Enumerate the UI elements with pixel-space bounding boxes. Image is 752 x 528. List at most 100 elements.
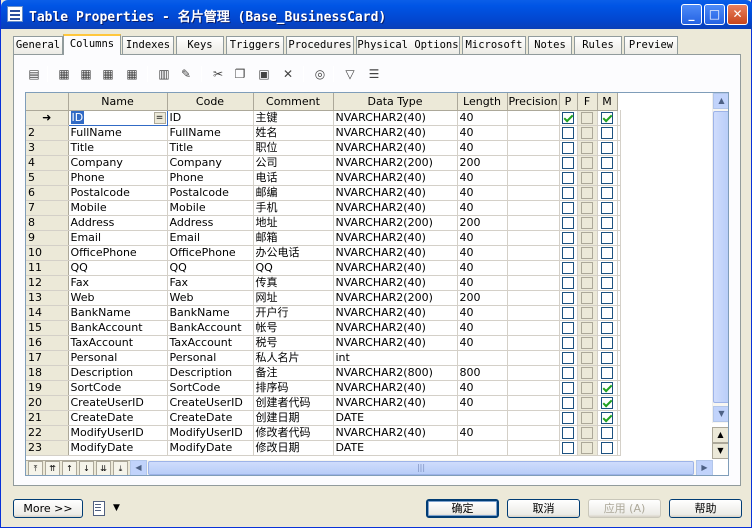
paste-icon[interactable]: ▣ xyxy=(255,64,273,84)
primary-checkbox[interactable] xyxy=(562,306,574,319)
cell-mandatory-checkbox[interactable] xyxy=(597,440,618,456)
foreign-checkbox[interactable] xyxy=(581,216,593,229)
cell-foreign-checkbox[interactable] xyxy=(577,320,598,336)
row-number[interactable]: 7 xyxy=(26,200,69,216)
cell-precision[interactable] xyxy=(507,305,560,321)
row-number[interactable]: 3 xyxy=(26,140,69,156)
cell-length[interactable]: 40 xyxy=(457,185,508,201)
cell-mandatory-checkbox[interactable] xyxy=(597,410,618,426)
cell-foreign-checkbox[interactable] xyxy=(577,200,598,216)
cell-code[interactable]: Description xyxy=(167,365,254,381)
cell-primary-checkbox[interactable] xyxy=(559,125,578,141)
cell-primary-checkbox[interactable] xyxy=(559,440,578,456)
cell-name[interactable]: Title xyxy=(68,140,168,156)
cell-data-type[interactable]: NVARCHAR2(40) xyxy=(333,380,458,396)
foreign-checkbox[interactable] xyxy=(581,261,593,274)
cell-code[interactable]: TaxAccount xyxy=(167,335,254,351)
cell-precision[interactable] xyxy=(507,290,560,306)
cell-data-type[interactable]: NVARCHAR2(40) xyxy=(333,110,458,126)
cell-comment[interactable]: 创建日期 xyxy=(253,410,334,426)
scroll-right-button[interactable]: ▶ xyxy=(696,460,713,475)
cell-precision[interactable] xyxy=(507,440,560,456)
cell-mandatory-checkbox[interactable] xyxy=(597,365,618,381)
equals-button[interactable]: = xyxy=(153,111,166,124)
cell-name[interactable]: Personal xyxy=(68,350,168,366)
cell-foreign-checkbox[interactable] xyxy=(577,185,598,201)
cell-name[interactable]: Email xyxy=(68,230,168,246)
table-row[interactable]: 20 CreateUserID CreateUserID 创建者代码 NVARCHAR2… xyxy=(26,395,621,411)
cell-data-type[interactable]: NVARCHAR2(40) xyxy=(333,245,458,261)
cell-foreign-checkbox[interactable] xyxy=(577,335,598,351)
cell-name[interactable]: Postalcode xyxy=(68,185,168,201)
header-primary[interactable]: P xyxy=(559,93,578,111)
cell-precision[interactable] xyxy=(507,350,560,366)
cell-code[interactable]: Phone xyxy=(167,170,254,186)
cell-length[interactable]: 40 xyxy=(457,305,508,321)
header-code[interactable]: Code xyxy=(167,93,254,111)
cell-foreign-checkbox[interactable] xyxy=(577,305,598,321)
cell-precision[interactable] xyxy=(507,320,560,336)
cell-foreign-checkbox[interactable] xyxy=(577,140,598,156)
foreign-checkbox[interactable] xyxy=(581,306,593,319)
cell-code[interactable]: BankAccount xyxy=(167,320,254,336)
copy-icon[interactable]: ❐ xyxy=(231,64,249,84)
primary-checkbox[interactable] xyxy=(562,126,574,139)
table-row[interactable]: 14 BankName BankName 开户行 NVARCHAR2(40) 40 xyxy=(26,305,621,321)
cell-code[interactable]: BankName xyxy=(167,305,254,321)
add-rows-icon[interactable]: ▦ xyxy=(99,64,117,84)
tab-keys[interactable]: Keys xyxy=(176,36,224,54)
tab-procedures[interactable]: Procedures xyxy=(286,36,354,54)
table-row[interactable]: 15 BankAccount BankAccount 帐号 NVARCHAR2(40) 4… xyxy=(26,320,621,336)
cell-precision[interactable] xyxy=(507,200,560,216)
scroll-left-button[interactable]: ◀ xyxy=(130,460,147,475)
row-number[interactable]: 8 xyxy=(26,215,69,231)
cell-data-type[interactable]: NVARCHAR2(200) xyxy=(333,290,458,306)
row-number[interactable]: 22 xyxy=(26,425,69,441)
cell-mandatory-checkbox[interactable] xyxy=(597,335,618,351)
primary-checkbox[interactable] xyxy=(562,171,574,184)
cell-mandatory-checkbox[interactable] xyxy=(597,155,618,171)
tab-preview[interactable]: Preview xyxy=(624,36,678,54)
cell-comment[interactable]: 主键 xyxy=(253,110,334,126)
mandatory-checkbox[interactable] xyxy=(601,171,613,184)
document-icon[interactable] xyxy=(91,500,105,516)
primary-checkbox[interactable] xyxy=(562,381,574,394)
mandatory-checkbox[interactable] xyxy=(601,261,613,274)
cell-code[interactable]: Company xyxy=(167,155,254,171)
cell-code[interactable]: Postalcode xyxy=(167,185,254,201)
move-top-button[interactable]: ⤒ xyxy=(28,461,43,475)
foreign-checkbox[interactable] xyxy=(581,441,593,454)
mandatory-checkbox[interactable] xyxy=(601,231,613,244)
cell-mandatory-checkbox[interactable] xyxy=(597,200,618,216)
cell-precision[interactable] xyxy=(507,410,560,426)
cell-foreign-checkbox[interactable] xyxy=(577,410,598,426)
cell-code[interactable]: FullName xyxy=(167,125,254,141)
ok-button[interactable]: 确定 xyxy=(426,499,499,518)
move-page-down-button[interactable]: ⇊ xyxy=(96,461,111,475)
cell-primary-checkbox[interactable] xyxy=(559,140,578,156)
primary-checkbox[interactable] xyxy=(562,396,574,409)
row-number[interactable]: 10 xyxy=(26,245,69,261)
cell-data-type[interactable]: DATE xyxy=(333,440,458,456)
cell-primary-checkbox[interactable] xyxy=(559,425,578,441)
cell-data-type[interactable]: NVARCHAR2(40) xyxy=(333,395,458,411)
cell-foreign-checkbox[interactable] xyxy=(577,245,598,261)
cell-mandatory-checkbox[interactable] xyxy=(597,290,618,306)
cell-length[interactable] xyxy=(457,440,508,456)
foreign-checkbox[interactable] xyxy=(581,396,593,409)
cell-mandatory-checkbox[interactable] xyxy=(597,125,618,141)
cell-name[interactable]: Description xyxy=(68,365,168,381)
header-name[interactable]: Name xyxy=(68,93,168,111)
cell-foreign-checkbox[interactable] xyxy=(577,260,598,276)
cell-precision[interactable] xyxy=(507,185,560,201)
cell-primary-checkbox[interactable] xyxy=(559,170,578,186)
primary-checkbox[interactable] xyxy=(562,411,574,424)
move-page-up-button[interactable]: ⇈ xyxy=(45,461,60,475)
cell-comment[interactable]: 创建者代码 xyxy=(253,395,334,411)
cell-foreign-checkbox[interactable] xyxy=(577,440,598,456)
cell-precision[interactable] xyxy=(507,140,560,156)
cell-code[interactable]: ModifyUserID xyxy=(167,425,254,441)
cell-primary-checkbox[interactable] xyxy=(559,200,578,216)
mandatory-checkbox[interactable] xyxy=(601,426,613,439)
table-row[interactable]: 21 CreateDate CreateDate 创建日期 DATE xyxy=(26,410,621,426)
